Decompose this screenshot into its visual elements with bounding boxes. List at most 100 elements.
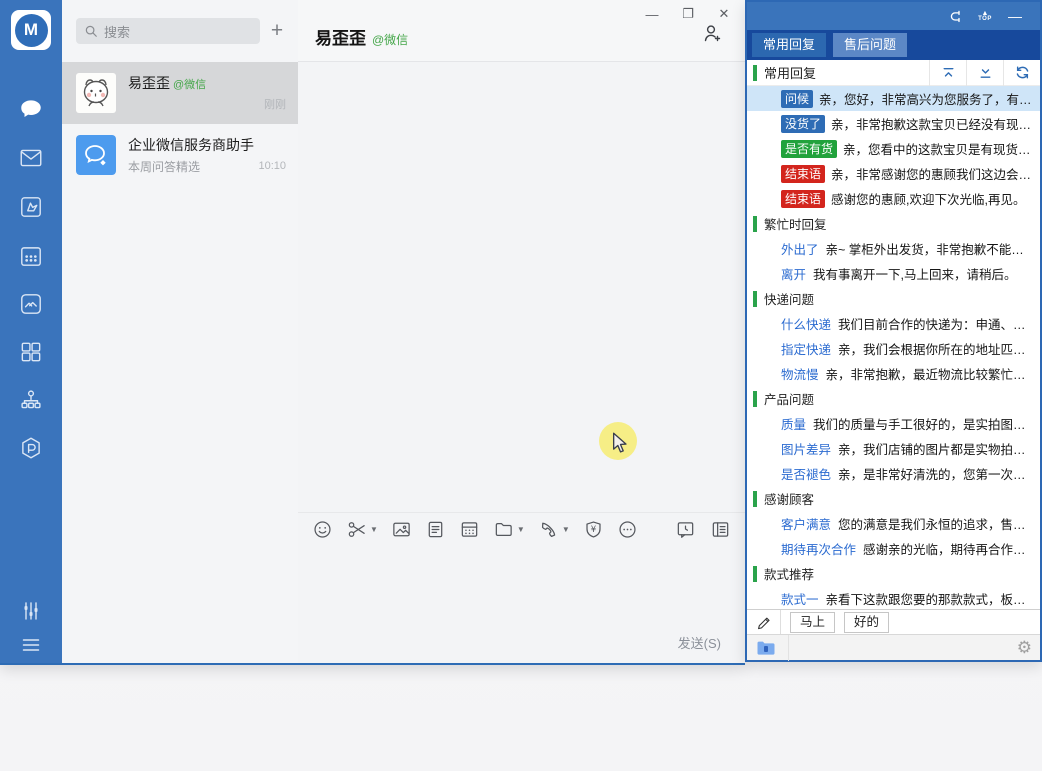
group-title: 快递问题 bbox=[764, 289, 814, 308]
reply-tag[interactable]: 结束语 bbox=[781, 165, 825, 183]
collect-grid-icon[interactable] bbox=[459, 519, 480, 540]
image-icon[interactable] bbox=[391, 519, 412, 540]
reply-item[interactable]: 是否褪色亲，是非常好清洗的，您第一次洗的... bbox=[747, 461, 1040, 486]
reply-group-header[interactable]: 感谢顾客 bbox=[747, 486, 1040, 511]
panel-statusbar: ⚙ bbox=[747, 634, 1040, 660]
app-logo-icon[interactable]: M bbox=[11, 10, 51, 50]
reply-group-header[interactable]: 产品问题 bbox=[747, 386, 1040, 411]
reply-tag[interactable]: 问候 bbox=[781, 90, 813, 108]
chat-list: 搜索 + 易歪歪 @微信 刚刚 bbox=[62, 0, 298, 663]
panel-minimize-button[interactable]: — bbox=[1000, 5, 1030, 27]
reply-item[interactable]: 结束语亲，非常感谢您的惠顾我们这边会在第... bbox=[747, 161, 1040, 186]
group-title: 感谢顾客 bbox=[764, 489, 814, 508]
calendar-icon[interactable] bbox=[18, 243, 44, 269]
reply-item[interactable]: 指定快递亲，我们会根据你所在的地址匹配合... bbox=[747, 336, 1040, 361]
maximize-button[interactable]: ❐ bbox=[677, 4, 699, 24]
quick-reply-button[interactable]: 好的 bbox=[844, 612, 889, 633]
reply-item[interactable]: 款式一亲看下这款跟您要的那款款式，板型上... bbox=[747, 586, 1040, 609]
reply-item[interactable]: 图片差异亲，我们店铺的图片都是实物拍摄的... bbox=[747, 436, 1040, 461]
panel-tabs: 常用回复 售后问题 bbox=[747, 30, 1040, 60]
more-icon[interactable] bbox=[617, 519, 638, 540]
reply-item[interactable]: 客户满意您的满意是我们永恒的追求，售后如... bbox=[747, 511, 1040, 536]
reply-label[interactable]: 客户满意 bbox=[781, 514, 831, 533]
reply-item[interactable]: 质量我们的质量与手工很好的，是实拍图，请... bbox=[747, 411, 1040, 436]
chat-list-item[interactable]: 易歪歪 @微信 刚刚 bbox=[62, 62, 298, 124]
main-window: M bbox=[0, 0, 745, 665]
menu-icon[interactable] bbox=[18, 632, 44, 658]
send-button[interactable]: 发送(S) bbox=[678, 636, 721, 651]
search-icon bbox=[84, 24, 98, 38]
chat-title: 易歪歪 bbox=[315, 24, 366, 49]
reply-item[interactable]: 问候亲，您好，非常高兴为您服务了，有什么... bbox=[747, 86, 1040, 111]
reply-label[interactable]: 款式一 bbox=[781, 589, 819, 608]
reply-label[interactable]: 质量 bbox=[781, 414, 806, 433]
team-folder-icon[interactable] bbox=[747, 635, 789, 661]
plugin-hexagon-icon[interactable] bbox=[18, 435, 44, 461]
reply-label[interactable]: 什么快递 bbox=[781, 314, 831, 333]
group-bar bbox=[753, 566, 757, 582]
emoji-icon[interactable] bbox=[312, 519, 333, 540]
screenshot-icon[interactable]: ▼ bbox=[346, 519, 378, 540]
workbench-icon[interactable] bbox=[18, 194, 44, 220]
reply-group-header[interactable]: 繁忙时回复 bbox=[747, 211, 1040, 236]
dock-magnet-icon[interactable] bbox=[940, 5, 970, 27]
close-button[interactable]: ✕ bbox=[713, 4, 735, 24]
chat-list-item[interactable]: 企业微信服务商助手 本周问答精选 10:10 bbox=[62, 124, 298, 186]
reply-label[interactable]: 图片差异 bbox=[781, 439, 831, 458]
collapse-all-icon[interactable] bbox=[929, 60, 966, 86]
reply-tag[interactable]: 是否有货 bbox=[781, 140, 837, 158]
reply-tag[interactable]: 结束语 bbox=[781, 190, 825, 208]
reply-item[interactable]: 什么快递我们目前合作的快递为：申通、韵达... bbox=[747, 311, 1040, 336]
reply-item[interactable]: 离开我有事离开一下,马上回来，请稍后。 bbox=[747, 261, 1040, 286]
minimize-button[interactable]: — bbox=[641, 4, 663, 24]
edit-pencil-icon[interactable] bbox=[747, 610, 781, 635]
group-title: 繁忙时回复 bbox=[764, 214, 827, 233]
reply-item[interactable]: 期待再次合作感谢亲的光临，期待再合作啦!, ... bbox=[747, 536, 1040, 561]
filters-icon[interactable] bbox=[18, 598, 44, 624]
reply-item[interactable]: 是否有货亲，您看中的这款宝贝是有现货的呢... bbox=[747, 136, 1040, 161]
apps-grid-icon[interactable] bbox=[18, 339, 44, 365]
pin-top-label: TOP bbox=[978, 17, 992, 22]
quick-reply-button[interactable]: 马上 bbox=[790, 612, 835, 633]
tab-aftersale-questions[interactable]: 售后问题 bbox=[833, 33, 907, 57]
call-icon[interactable]: ▼ bbox=[538, 519, 570, 540]
payment-icon[interactable]: ¥ bbox=[583, 519, 604, 540]
pin-top-icon[interactable]: ▲ TOP bbox=[970, 5, 1000, 27]
new-chat-button[interactable]: + bbox=[264, 18, 290, 44]
quick-reply-bar: 马上 好的 bbox=[747, 609, 1040, 634]
reply-item[interactable]: 外出了亲~ 掌柜外出发货，非常抱歉不能及时... bbox=[747, 236, 1040, 261]
chat-history-icon[interactable] bbox=[675, 519, 696, 540]
reply-item[interactable]: 没货了亲，非常抱歉这款宝贝已经没有现货了... bbox=[747, 111, 1040, 136]
reply-label[interactable]: 期待再次合作 bbox=[781, 539, 856, 558]
reply-item[interactable]: 结束语感谢您的惠顾,欢迎下次光临,再见。 bbox=[747, 186, 1040, 211]
org-chart-icon[interactable] bbox=[18, 387, 44, 413]
chat-icon[interactable] bbox=[18, 96, 44, 122]
message-panel-icon[interactable] bbox=[710, 519, 731, 540]
reply-group-header[interactable]: 快递问题 bbox=[747, 286, 1040, 311]
add-member-icon[interactable] bbox=[701, 22, 723, 49]
svg-text:¥: ¥ bbox=[591, 525, 597, 535]
reply-group-header[interactable]: 款式推荐 bbox=[747, 561, 1040, 586]
reply-label[interactable]: 离开 bbox=[781, 264, 806, 283]
drive-icon[interactable] bbox=[18, 291, 44, 317]
chat-toolbar: ▼ ▼ ▼ ¥ bbox=[298, 512, 745, 546]
reply-text: 感谢亲的光临，期待再合作啦!, ... bbox=[863, 539, 1034, 558]
settings-gear-icon[interactable]: ⚙ bbox=[1017, 639, 1032, 656]
refresh-icon[interactable] bbox=[1003, 60, 1040, 86]
assistant-panel: ▲ TOP — 常用回复 售后问题 常用回复 问候亲，您好，非常高兴为您服 bbox=[745, 0, 1042, 662]
search-input[interactable]: 搜索 bbox=[76, 18, 260, 44]
reply-label[interactable]: 是否褪色 bbox=[781, 464, 831, 483]
reply-label[interactable]: 指定快递 bbox=[781, 339, 831, 358]
tab-common-replies[interactable]: 常用回复 bbox=[752, 33, 826, 57]
chat-item-badge: @微信 bbox=[173, 76, 206, 92]
reply-label[interactable]: 外出了 bbox=[781, 239, 819, 258]
reply-text: 亲~ 掌柜外出发货，非常抱歉不能及时... bbox=[826, 239, 1034, 258]
reply-tag[interactable]: 没货了 bbox=[781, 115, 825, 133]
mail-icon[interactable] bbox=[18, 145, 44, 171]
expand-all-icon[interactable] bbox=[966, 60, 1003, 86]
file-icon[interactable] bbox=[425, 519, 446, 540]
folder-icon[interactable]: ▼ bbox=[493, 519, 525, 540]
reply-label[interactable]: 物流慢 bbox=[781, 364, 819, 383]
chat-title-badge: @微信 bbox=[372, 31, 408, 48]
reply-item[interactable]: 物流慢亲，非常抱歉，最近物流比较繁忙，发... bbox=[747, 361, 1040, 386]
